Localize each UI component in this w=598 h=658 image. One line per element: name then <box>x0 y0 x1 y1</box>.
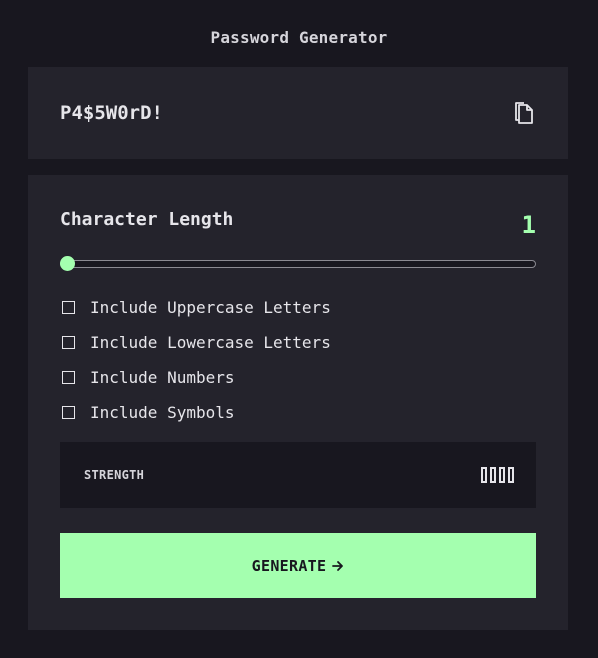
option-label: Include Lowercase Letters <box>90 333 331 352</box>
strength-bar <box>499 467 505 483</box>
length-slider[interactable] <box>60 256 536 271</box>
arrow-right-icon <box>332 560 344 572</box>
slider-thumb[interactable] <box>60 256 75 271</box>
options-list: Include Uppercase Letters Include Lowerc… <box>62 290 331 430</box>
strength-label: STRENGTH <box>84 468 145 482</box>
slider-track[interactable] <box>60 260 536 268</box>
generate-label: GENERATE <box>251 556 327 575</box>
strength-bar <box>481 467 487 483</box>
settings-panel: Character Length 1 Include Uppercase Let… <box>28 175 568 630</box>
option-label: Include Numbers <box>90 368 235 387</box>
option-label: Include Uppercase Letters <box>90 298 331 317</box>
strength-bar <box>508 467 514 483</box>
length-value: 1 <box>521 211 536 239</box>
strength-bars <box>481 467 514 483</box>
password-text: P4$5W0rD! <box>60 102 163 124</box>
strength-bar <box>490 467 496 483</box>
lowercase-checkbox[interactable] <box>62 336 75 349</box>
option-lowercase[interactable]: Include Lowercase Letters <box>62 325 331 360</box>
length-label: Character Length <box>60 209 234 230</box>
symbols-checkbox[interactable] <box>62 406 75 419</box>
copy-button[interactable] <box>512 100 536 126</box>
numbers-checkbox[interactable] <box>62 371 75 384</box>
copy-icon <box>515 102 533 124</box>
option-uppercase[interactable]: Include Uppercase Letters <box>62 290 331 325</box>
password-output: P4$5W0rD! <box>28 67 568 159</box>
generate-button[interactable]: GENERATE <box>60 533 536 598</box>
uppercase-checkbox[interactable] <box>62 301 75 314</box>
strength-meter: STRENGTH <box>60 442 536 508</box>
option-symbols[interactable]: Include Symbols <box>62 395 331 430</box>
page-title: Password Generator <box>210 28 388 47</box>
option-numbers[interactable]: Include Numbers <box>62 360 331 395</box>
option-label: Include Symbols <box>90 403 235 422</box>
